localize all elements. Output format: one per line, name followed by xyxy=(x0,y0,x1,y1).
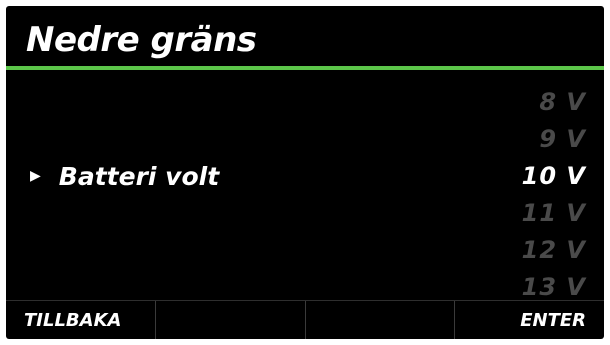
value-option[interactable]: 9 V xyxy=(522,121,586,158)
value-option[interactable]: 11 V xyxy=(522,195,586,232)
softkey-2[interactable] xyxy=(156,301,306,339)
title-divider xyxy=(6,66,604,70)
softkey-bar: TILLBAKA ENTER xyxy=(6,300,604,339)
softkey-3[interactable] xyxy=(306,301,456,339)
right-triangle-icon: ▶ xyxy=(30,168,41,184)
value-option[interactable]: 12 V xyxy=(522,232,586,269)
value-picker[interactable]: 8 V 9 V 10 V 11 V 12 V 13 V xyxy=(522,84,586,306)
display-screen: Nedre gräns ▶ Batteri volt 8 V 9 V 10 V … xyxy=(6,6,604,339)
page-title: Nedre gräns xyxy=(26,20,257,60)
enter-button[interactable]: ENTER xyxy=(455,301,604,339)
value-option[interactable]: 8 V xyxy=(522,84,586,121)
value-option-selected[interactable]: 10 V xyxy=(522,158,586,195)
back-button[interactable]: TILLBAKA xyxy=(6,301,156,339)
setting-row[interactable]: ▶ Batteri volt xyxy=(30,159,219,193)
setting-label: Batteri volt xyxy=(58,161,220,191)
